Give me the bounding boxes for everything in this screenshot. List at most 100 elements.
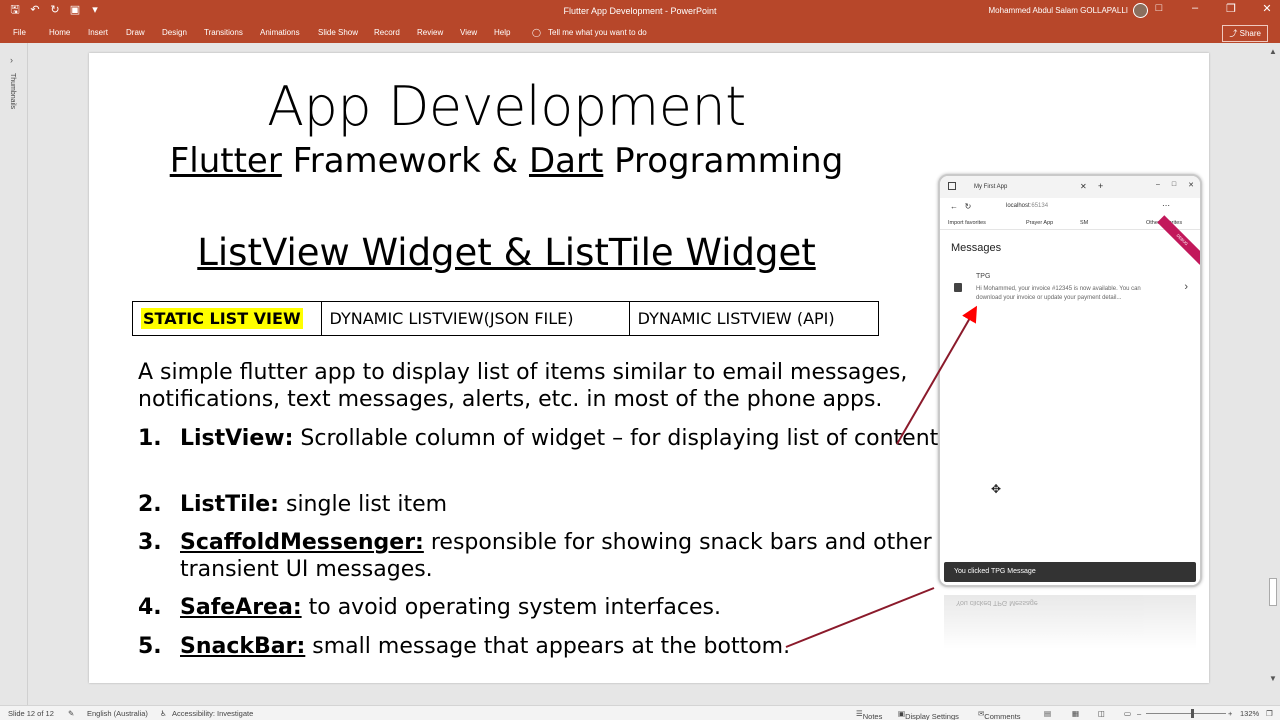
slide-counter: Slide 12 of 12: [8, 709, 54, 718]
tab-help[interactable]: Help: [494, 28, 510, 37]
scroll-thumb[interactable]: [1269, 578, 1277, 606]
tab-transitions[interactable]: Transitions: [204, 28, 243, 37]
zoom-in-icon[interactable]: +: [1228, 709, 1232, 718]
zoom-out-icon[interactable]: –: [1137, 709, 1141, 718]
display-settings-button[interactable]: ▣ Display Settings: [898, 709, 959, 720]
list-tile: TPG Hi Mohammed, your invoice #12345 is …: [948, 271, 1192, 307]
list-number: 1.: [138, 426, 162, 451]
list-term: SnackBar:: [180, 634, 306, 659]
notes-label: Notes: [862, 712, 883, 720]
move-cursor-icon: ✥: [991, 482, 1002, 496]
list-text: to avoid operating system interfaces.: [301, 595, 721, 620]
tile-title: TPG: [976, 273, 991, 280]
spellcheck-icon[interactable]: ✎: [68, 709, 74, 718]
flutter-app: Messages DEBUG TPG Hi Mohammed, your inv…: [940, 215, 1200, 585]
restore-icon[interactable]: ❐: [1224, 2, 1238, 15]
tab-slide-show[interactable]: Slide Show: [318, 28, 358, 37]
scroll-up-icon[interactable]: ▲: [1269, 47, 1277, 56]
scroll-down-icon[interactable]: ▼: [1269, 674, 1277, 683]
subtitle-dart: Dart: [528, 141, 604, 181]
comments-button[interactable]: ✉ Comments: [978, 709, 1021, 720]
status-bar: Slide 12 of 12 ✎ English (Australia) ♿ A…: [0, 705, 1280, 720]
accessibility-status[interactable]: Accessibility: Investigate: [172, 709, 253, 718]
favorite-item: Import favorites: [948, 220, 986, 226]
normal-view-icon[interactable]: ▤: [1044, 709, 1051, 718]
close-tab-icon: ✕: [1080, 182, 1087, 191]
window-controls: □ – ❐ ✕: [1152, 2, 1274, 15]
table-cell-api: DYNAMIC LISTVIEW (API): [637, 309, 835, 328]
browser-address-bar: ← ↻ localhost:65134 ⋯: [940, 198, 1200, 216]
table-cell-static: STATIC LIST VIEW: [133, 302, 322, 335]
tab-design[interactable]: Design: [162, 28, 187, 37]
tab-record[interactable]: Record: [374, 28, 400, 37]
vertical-scrollbar[interactable]: ▲ ▼: [1266, 43, 1280, 705]
display-settings-label: Display Settings: [905, 712, 959, 720]
fit-to-window-icon[interactable]: ❐: [1266, 709, 1273, 718]
subtitle-middle: Framework &: [281, 141, 529, 181]
snackbar: You clicked TPG Message: [944, 562, 1196, 582]
favorite-item: SM: [1080, 220, 1089, 226]
browser-tab-bar: My First App ✕ + – □ ✕: [940, 176, 1200, 198]
share-label: Share: [1239, 29, 1261, 38]
tile-subtitle: Hi Mohammed, your invoice #12345 is now …: [976, 286, 1141, 301]
tab-home[interactable]: Home: [49, 28, 70, 37]
browser-window-controls: – □ ✕: [1156, 181, 1194, 189]
tab-actions-icon: [948, 182, 956, 190]
browser-screenshot: My First App ✕ + – □ ✕ ← ↻ localhost:65134…: [938, 174, 1202, 587]
chevron-right-icon[interactable]: ›: [10, 55, 13, 65]
minimize-icon[interactable]: –: [1188, 2, 1202, 15]
url-host: localhost: [1006, 203, 1030, 209]
archive-icon: [954, 283, 962, 292]
list-text: small message that appears at the bottom…: [305, 634, 791, 659]
more-icon: ⋯: [1162, 201, 1170, 210]
slide-title: App Development: [267, 75, 746, 138]
subtitle-end: Programming: [603, 141, 844, 181]
list-number: 2.: [138, 492, 162, 517]
slide-heading: ListView Widget & ListTile Widget: [197, 231, 816, 274]
list-number: 3.: [138, 530, 162, 555]
list-term: SafeArea:: [180, 595, 302, 620]
tab-insert[interactable]: Insert: [88, 28, 108, 37]
tab-review[interactable]: Review: [417, 28, 443, 37]
chevron-right-icon: ›: [1184, 281, 1188, 293]
close-icon[interactable]: ✕: [1260, 2, 1274, 15]
thumbnails-pane[interactable]: › Thumbnails: [0, 43, 28, 705]
list-term: ListTile:: [180, 492, 279, 517]
subtitle-flutter: Flutter: [169, 141, 282, 181]
tab-view[interactable]: View: [460, 28, 477, 37]
list-number: 5.: [138, 634, 162, 659]
close-icon: ✕: [1188, 182, 1194, 189]
list-number: 4.: [138, 595, 162, 620]
list-text: Scrollable column of widget – for displa…: [293, 426, 939, 451]
topics-table: STATIC LIST VIEW DYNAMIC LISTVIEW(JSON F…: [132, 301, 879, 336]
intro-paragraph: A simple flutter app to display list of …: [138, 360, 908, 412]
slide-subtitle: Flutter Framework & Dart Programming: [89, 141, 924, 181]
ribbon-display-icon[interactable]: □: [1152, 2, 1166, 15]
tell-me-search[interactable]: Tell me what you want to do: [548, 28, 647, 37]
reading-view-icon[interactable]: ◫: [1098, 709, 1105, 718]
avatar[interactable]: [1133, 3, 1148, 18]
tab-draw[interactable]: Draw: [126, 28, 145, 37]
favorite-item: Prayer App: [1026, 220, 1054, 226]
table-cell-json: DYNAMIC LISTVIEW(JSON FILE): [322, 302, 630, 335]
ribbon-tabs: File Home Insert Draw Design Transitions…: [0, 22, 1280, 43]
minimize-icon: –: [1155, 181, 1160, 188]
slide-canvas[interactable]: App Development Flutter Framework & Dart…: [89, 53, 1209, 683]
tab-animations[interactable]: Animations: [260, 28, 300, 37]
accessibility-icon[interactable]: ♿: [160, 709, 167, 718]
list-term: ScaffoldMessenger:: [180, 530, 424, 555]
language[interactable]: English (Australia): [87, 709, 148, 718]
share-button[interactable]: ⤴ Share: [1222, 25, 1268, 42]
slide-sorter-icon[interactable]: ▦: [1072, 709, 1079, 718]
url-port: :65134: [1029, 203, 1049, 209]
notes-button[interactable]: ☰ Notes: [856, 709, 882, 720]
reflection-text: You clicked TPG Message: [956, 599, 1038, 606]
slideshow-icon[interactable]: ▭: [1124, 709, 1131, 718]
user-name[interactable]: Mohammed Abdul Salam GOLLAPALLI: [989, 6, 1128, 15]
tab-file[interactable]: File: [13, 28, 26, 37]
zoom-level[interactable]: 132%: [1240, 709, 1259, 718]
zoom-slider-handle[interactable]: [1191, 709, 1194, 718]
zoom-slider[interactable]: [1146, 713, 1226, 714]
browser-tab-title: My First App: [974, 184, 1008, 190]
thumbnails-label: Thumbnails: [9, 73, 16, 110]
